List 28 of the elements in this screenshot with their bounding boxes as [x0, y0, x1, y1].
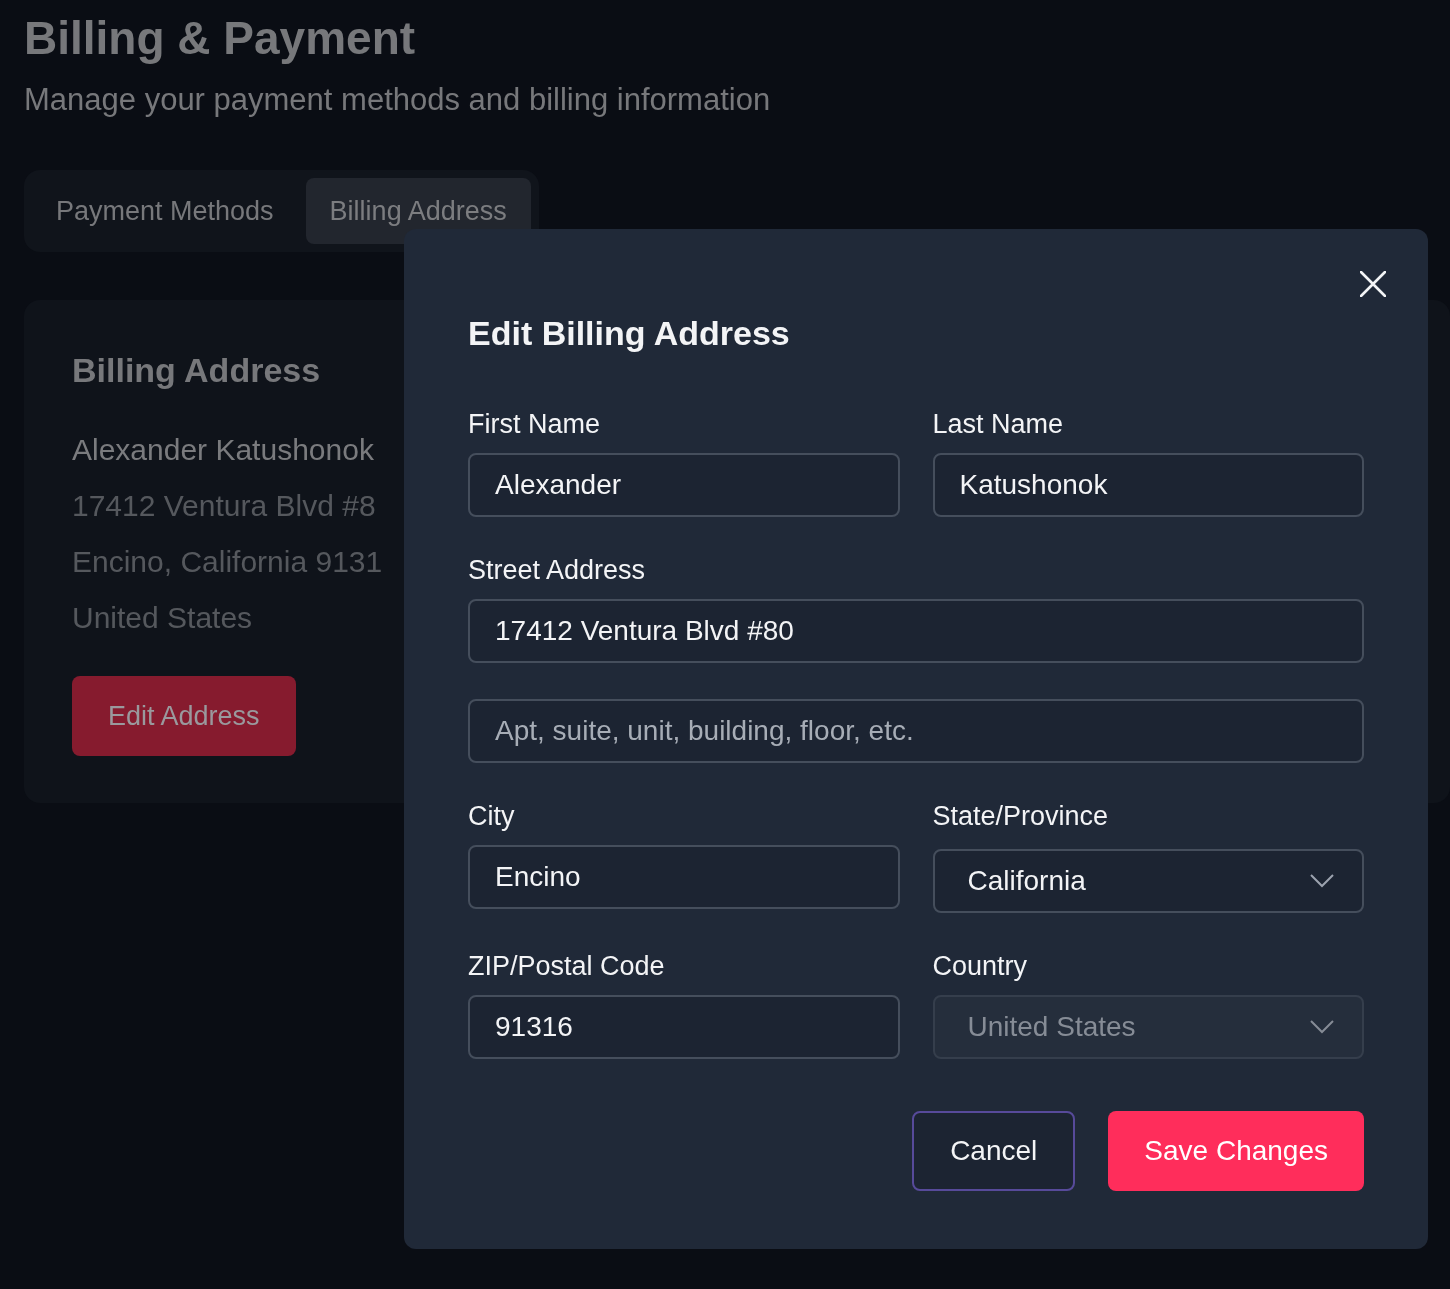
input-field[interactable]: 17412 Ventura Blvd #80	[468, 599, 1364, 663]
chevron-down-icon	[1310, 1020, 1334, 1034]
field-label: City	[468, 800, 516, 833]
save-button[interactable]: Save Changes	[1108, 1111, 1364, 1191]
close-icon[interactable]	[1360, 271, 1386, 297]
tab[interactable]: Payment Methods	[32, 178, 298, 244]
input-field[interactable]: Katushonok	[932, 453, 1364, 517]
page-subtitle: Manage your payment methods and billing information	[24, 81, 772, 119]
field-label: First Name	[468, 408, 601, 441]
dropdown[interactable]: California	[932, 849, 1364, 913]
field-label: State/Province	[932, 800, 1110, 833]
chevron-down-icon	[1310, 874, 1334, 888]
input-field[interactable]: Alexander	[468, 453, 900, 517]
field-label: ZIP/Postal Code	[468, 950, 666, 983]
input-field[interactable]: 91316	[468, 995, 900, 1059]
dialog-title: Edit Billing Address	[468, 313, 791, 354]
field-label: Last Name	[932, 408, 1065, 441]
input-field[interactable]: Apt, suite, unit, building, floor, etc.	[468, 699, 1364, 763]
cancel-button[interactable]: Cancel	[912, 1111, 1076, 1191]
address-line: United States	[72, 600, 253, 636]
field-label: Country	[932, 950, 1029, 983]
field-label: Street Address	[468, 554, 647, 587]
address-line: Alexander Katushonok	[72, 432, 374, 468]
card-heading: Billing Address	[72, 350, 322, 391]
page-title: Billing & Payment	[24, 11, 417, 66]
address-line: Encino, California 9131	[72, 544, 383, 580]
address-line: 17412 Ventura Blvd #8	[72, 488, 376, 524]
input-field[interactable]: Encino	[468, 845, 900, 909]
